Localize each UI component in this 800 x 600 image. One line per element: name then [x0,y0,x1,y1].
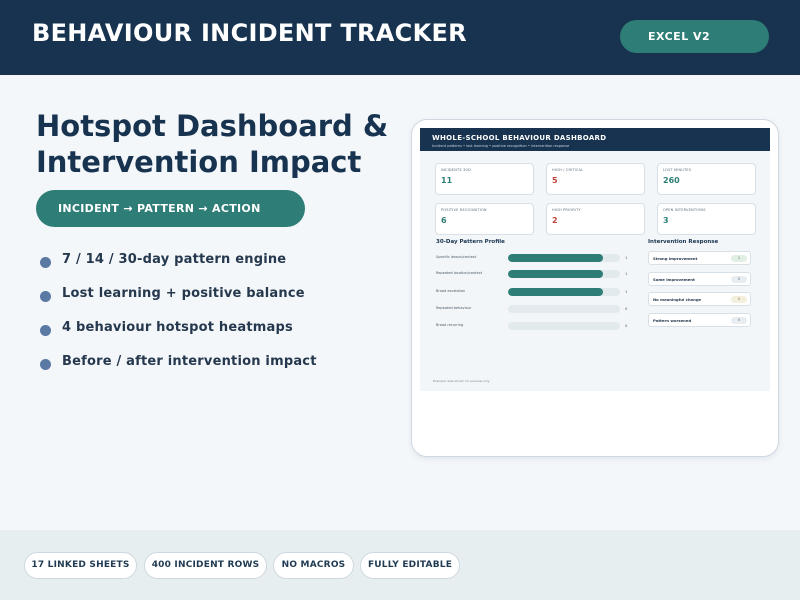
pattern-label: Specific lesson/context [436,255,477,259]
feature-tag: 17 LINKED SHEETS [24,552,137,579]
intervention-count-badge: 0 [731,296,747,303]
kpi-label: LOST MINUTES [663,168,692,172]
kpi-label: POSITIVE RECOGNITION [441,208,487,212]
feature-tag: NO MACROS [273,552,354,579]
version-badge: EXCEL V2 [620,20,769,53]
kpi-label: OPEN INTERVENTIONS [663,208,706,212]
intervention-row: No meaningful change 0 [648,292,751,306]
hero-headline: Hotspot Dashboard & Intervention Impact [36,108,406,180]
dashboard-header: WHOLE-SCHOOL BEHAVIOUR DASHBOARD Inciden… [420,128,770,151]
pattern-bar-fill [508,288,604,296]
bullet-dot-icon [40,257,51,268]
pattern-bar-track [508,270,620,278]
dashboard-title: WHOLE-SCHOOL BEHAVIOUR DASHBOARD [432,134,607,142]
feature-text: 4 behaviour hotspot heatmaps [62,320,293,335]
kpi-card: POSITIVE RECOGNITION 6 [435,203,534,235]
intervention-label: No meaningful change [653,297,702,302]
pattern-value: 1 [625,255,628,260]
intervention-row: Pattern worsened 0 [648,313,751,327]
pattern-label: Repeated behaviour [436,306,472,310]
feature-tag: 400 INCIDENT ROWS [144,552,267,579]
pattern-label: Repeated location/context [436,271,483,275]
pattern-row: Repeated location/context 1 [436,269,636,279]
intervention-count-badge: 0 [731,317,747,324]
bullet-dot-icon [40,291,51,302]
kpi-label: INCIDENTS 30D [441,168,471,172]
bullet-dot-icon [40,325,51,336]
dashboard-preview: WHOLE-SCHOOL BEHAVIOUR DASHBOARD Inciden… [420,128,770,391]
kpi-card: LOST MINUTES 260 [657,163,756,195]
kpi-card: INCIDENTS 30D 11 [435,163,534,195]
feature-text: 7 / 14 / 30-day pattern engine [62,252,287,267]
kpi-value: 6 [441,216,447,225]
intervention-label: Strong improvement [653,256,698,261]
intervention-row: Some improvement 0 [648,272,751,286]
dashboard-footnote: Example data shown for preview only. [433,379,491,383]
pattern-bar-track [508,288,620,296]
feature-tag: FULLY EDITABLE [360,552,460,579]
intervention-row: Strong improvement 1 [648,251,751,265]
header-bar: BEHAVIOUR INCIDENT TRACKER EXCEL V2 [0,0,800,75]
bullet-dot-icon [40,359,51,370]
pattern-label: Broad recurring [436,323,464,327]
pattern-value: 1 [625,289,628,294]
feature-tags-bar: 17 LINKED SHEETS 400 INCIDENT ROWS NO MA… [0,530,800,600]
pattern-bar-track [508,254,620,262]
pattern-bar-fill [508,270,604,278]
feature-text: Lost learning + positive balance [62,286,305,301]
kpi-card: OPEN INTERVENTIONS 3 [657,203,756,235]
kpi-value: 5 [552,176,558,185]
pattern-bar-track [508,322,620,330]
pattern-bar-track [508,305,620,313]
pattern-section-title: 30-Day Pattern Profile [436,239,505,245]
pattern-label: Broad escalation [436,289,466,293]
kpi-card: HIGH / CRITICAL 5 [546,163,645,195]
headline-line-2: Intervention Impact [36,145,362,179]
pattern-value: 0 [625,323,628,328]
kpi-label: HIGH PRIORITY [552,208,581,212]
feature-text: Before / after intervention impact [62,354,317,369]
pattern-row: Broad recurring 0 [436,321,636,331]
intervention-count-badge: 0 [731,276,747,283]
pattern-row: Specific lesson/context 1 [436,253,636,263]
pattern-value: 1 [625,271,628,276]
device-mockup: WHOLE-SCHOOL BEHAVIOUR DASHBOARD Inciden… [411,119,779,457]
intervention-count-badge: 1 [731,255,747,262]
kpi-value: 3 [663,216,669,225]
dashboard-subtitle: Incident patterns • lost learning • posi… [432,144,570,148]
kpi-value: 260 [663,176,680,185]
pattern-bar-fill [508,254,604,262]
kpi-card: HIGH PRIORITY 2 [546,203,645,235]
kpi-label: HIGH / CRITICAL [552,168,584,172]
intervention-label: Pattern worsened [653,318,692,323]
pattern-row: Repeated behaviour 0 [436,304,636,314]
kpi-value: 2 [552,216,558,225]
intervention-section-title: Intervention Response [648,239,719,245]
app-title: BEHAVIOUR INCIDENT TRACKER [32,19,467,47]
intervention-label: Some improvement [653,277,695,282]
headline-line-1: Hotspot Dashboard & [36,109,389,143]
pattern-row: Broad escalation 1 [436,287,636,297]
pattern-value: 0 [625,306,628,311]
flow-badge: INCIDENT → PATTERN → ACTION [36,190,305,227]
kpi-value: 11 [441,176,453,185]
